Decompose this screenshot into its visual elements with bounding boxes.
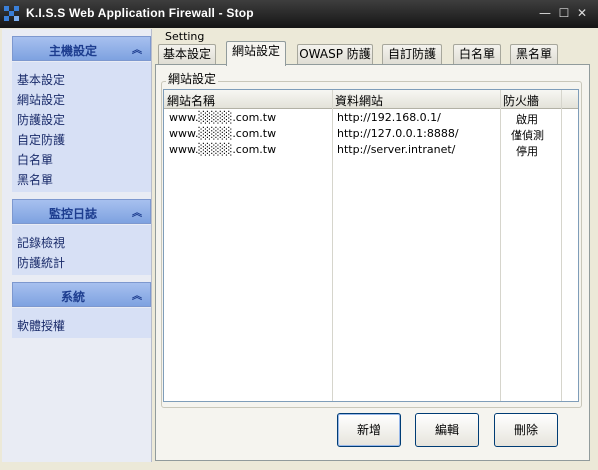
group-legend: 網站設定 <box>166 70 219 87</box>
table-header: 網站名稱 資料網站 防火牆 <box>164 90 578 109</box>
sidebar-item-protection-stats[interactable]: 防護統計 <box>17 254 65 271</box>
table-row[interactable]: www.░░░░.com.tw http://server.intranet/ … <box>164 142 562 158</box>
sidebar-item-site-settings[interactable]: 網站設定 <box>17 91 65 108</box>
window-title: K.I.S.S Web Application Firewall - Stop <box>26 6 254 20</box>
table-row[interactable]: www.░░░░.com.tw http://127.0.0.1:8888/ 僅… <box>164 126 562 142</box>
sidebar-item-protection-settings[interactable]: 防護設定 <box>17 111 65 128</box>
sidebar-group-host-settings[interactable]: 主機設定 ︽ <box>12 36 151 61</box>
sidebar-item-custom-protection[interactable]: 自定防護 <box>17 131 65 148</box>
cell-backend-url: http://127.0.0.1:8888/ <box>337 127 459 140</box>
column-header-site-name[interactable]: 網站名稱 <box>167 92 215 109</box>
cell-firewall-status: 停用 <box>516 145 538 158</box>
collapse-chevron-icon[interactable]: ︽ <box>132 287 142 302</box>
cell-backend-url: http://server.intranet/ <box>337 143 456 156</box>
site-table: 網站名稱 資料網站 防火牆 www.░░░░.com.tw http://192… <box>163 89 579 402</box>
close-button[interactable]: ✕ <box>575 6 589 20</box>
tab-site-settings[interactable]: 網站設定 <box>226 41 286 66</box>
sidebar-item-software-license[interactable]: 軟體授權 <box>17 317 65 334</box>
group-title: 監控日誌 <box>48 207 97 221</box>
cell-site-name: www.░░░░.com.tw <box>169 111 277 124</box>
cell-firewall-status: 啟用 <box>516 113 538 126</box>
cell-backend-url: http://192.168.0.1/ <box>337 111 441 124</box>
collapse-chevron-icon[interactable]: ︽ <box>132 204 142 219</box>
sidebar-item-basic-settings[interactable]: 基本設定 <box>17 71 65 88</box>
section-label: Setting <box>165 30 205 43</box>
cell-site-name: www.░░░░.com.tw <box>169 143 277 156</box>
edit-button[interactable]: 編輯 <box>415 413 479 447</box>
column-header-firewall[interactable]: 防火牆 <box>503 92 539 109</box>
tab-panel-site-settings: 網站設定 網站名稱 資料網站 防火牆 www.░░░░.com.tw http:… <box>155 64 590 461</box>
cell-site-name: www.░░░░.com.tw <box>169 127 277 140</box>
minimize-button[interactable]: — <box>538 6 552 20</box>
tab-owasp-protection[interactable]: OWASP 防護 <box>297 44 373 65</box>
delete-button[interactable]: 刪除 <box>494 413 558 447</box>
tab-custom-protection[interactable]: 自訂防護 <box>382 44 442 65</box>
tab-basic-settings[interactable]: 基本設定 <box>158 44 216 65</box>
sidebar-item-blacklist[interactable]: 黑名單 <box>17 171 53 188</box>
sidebar-group-monitoring-logs[interactable]: 監控日誌 ︽ <box>12 199 151 224</box>
table-row[interactable]: www.░░░░.com.tw http://192.168.0.1/ 啟用 <box>164 110 562 126</box>
title-bar: K.I.S.S Web Application Firewall - Stop … <box>0 0 598 28</box>
group-title: 主機設定 <box>48 44 97 58</box>
tab-blacklist[interactable]: 黑名單 <box>510 44 558 65</box>
app-logo-icon <box>4 6 20 22</box>
tab-whitelist[interactable]: 白名單 <box>453 44 501 65</box>
sidebar: 主機設定 ︽ 基本設定 網站設定 防護設定 自定防護 白名單 黑名單 監控日誌 … <box>2 29 152 462</box>
sidebar-group-system[interactable]: 系統 ︽ <box>12 282 151 307</box>
maximize-button[interactable]: ☐ <box>557 6 571 20</box>
cell-firewall-status: 僅偵測 <box>511 129 544 142</box>
column-header-backend-site[interactable]: 資料網站 <box>335 92 383 109</box>
collapse-chevron-icon[interactable]: ︽ <box>132 41 142 56</box>
sidebar-item-log-viewer[interactable]: 記錄檢視 <box>17 234 65 251</box>
add-button[interactable]: 新增 <box>337 413 401 447</box>
group-title: 系統 <box>60 290 85 304</box>
sidebar-item-whitelist[interactable]: 白名單 <box>17 151 53 168</box>
